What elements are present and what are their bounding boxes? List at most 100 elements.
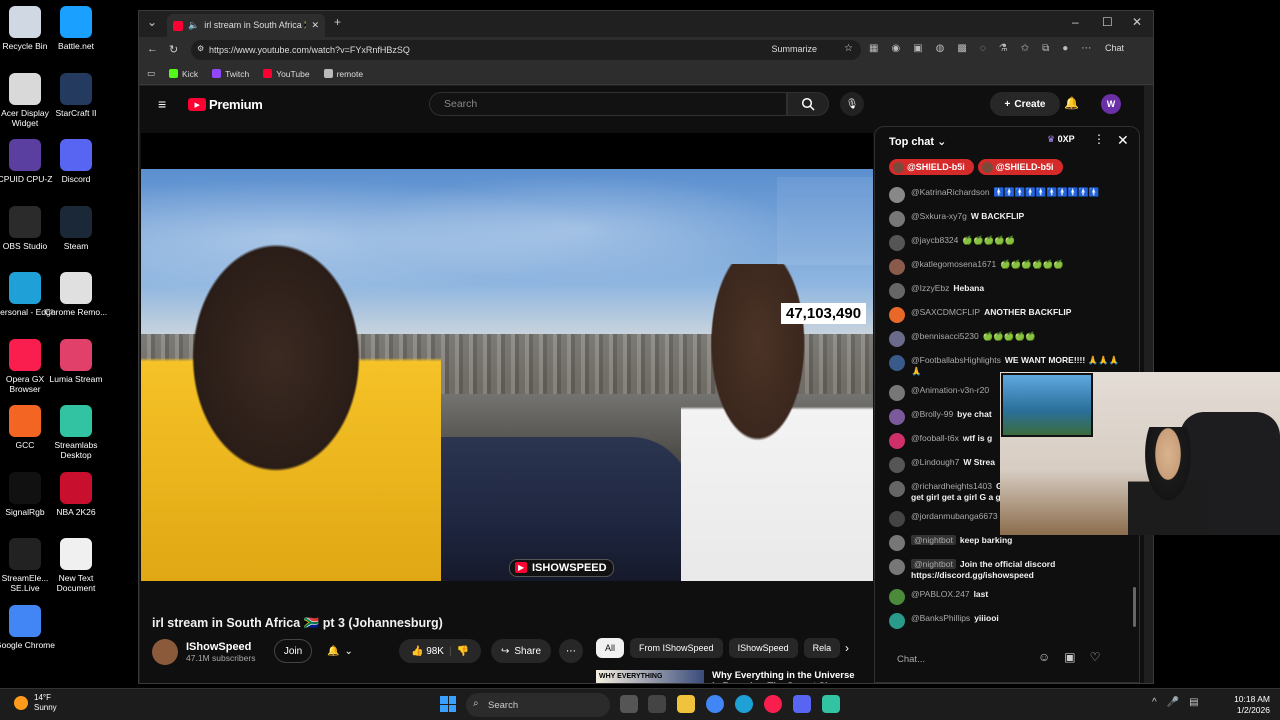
extension-icon[interactable]: ▩: [957, 43, 966, 54]
chat-message[interactable]: @nightbot Join the official discord https…: [889, 559, 1129, 581]
desktop-shortcut[interactable]: Discord: [43, 139, 109, 184]
pinned-supporter[interactable]: @SHIELD-b5i: [977, 159, 1063, 175]
share-button[interactable]: ↪ Share: [491, 639, 551, 663]
video-player[interactable]: 47,103,490 ISHOWSPEED: [141, 133, 873, 581]
channel-name[interactable]: IShowSpeed: [186, 641, 255, 653]
extension-icon[interactable]: ◍: [936, 43, 945, 54]
chat-user-avatar[interactable]: [889, 433, 905, 449]
chat-message[interactable]: @SAXCDMCFLIP ANOTHER BACKFLIP: [889, 307, 1129, 323]
taskbar-search[interactable]: ⌕ Search: [466, 693, 610, 717]
chat-user-avatar[interactable]: [889, 331, 905, 347]
chat-username[interactable]: @BanksPhillips: [911, 613, 970, 623]
refresh-icon[interactable]: ↻: [169, 43, 178, 56]
edge-taskbar-icon[interactable]: [735, 695, 753, 713]
emoji-icon[interactable]: ☺: [1038, 650, 1050, 664]
chat-message[interactable]: @katlegomosena1671 🍏🍏🍏🍏🍏🍏: [889, 259, 1129, 275]
chat-user-avatar[interactable]: [889, 307, 905, 323]
app-icon[interactable]: [648, 695, 666, 713]
discord-taskbar-icon[interactable]: [793, 695, 811, 713]
chat-user-avatar[interactable]: [889, 235, 905, 251]
chat-message[interactable]: @KatrinaRichardson 🚹🚹🚹🚹🚹🚹🚹🚹🚹🚹: [889, 187, 1129, 203]
tab-list-chevron-icon[interactable]: ⌄: [147, 15, 157, 29]
copilot-chat-button[interactable]: Chat: [1105, 43, 1124, 53]
chat-username[interactable]: @Brolly-99: [911, 409, 953, 419]
video-frame[interactable]: 47,103,490 ISHOWSPEED: [141, 169, 873, 581]
bookmark-folder-icon[interactable]: ▭: [147, 68, 155, 79]
chat-user-avatar[interactable]: [889, 259, 905, 275]
desktop-shortcut[interactable]: Chrome Remo...: [43, 272, 109, 317]
chips-next-icon[interactable]: ›: [845, 641, 849, 655]
like-button[interactable]: 👍 98K: [411, 646, 444, 657]
bookmark-item[interactable]: Kick: [169, 69, 198, 79]
collections-icon[interactable]: ⧉: [1042, 43, 1049, 54]
chat-user-avatar[interactable]: [889, 409, 905, 425]
chat-message[interactable]: @PABLOX.247 last: [889, 589, 1129, 605]
chat-message[interactable]: @IzzyEbz Hebana: [889, 283, 1129, 299]
youtube-logo[interactable]: ▶ Premium: [188, 97, 263, 112]
favorites-icon[interactable]: ✩: [1021, 43, 1029, 54]
chat-username[interactable]: @bennisacci5230: [911, 331, 979, 341]
extension-icon[interactable]: ◉: [891, 43, 900, 54]
chat-user-avatar[interactable]: [889, 457, 905, 473]
chat-username[interactable]: @jaycb8324: [911, 235, 958, 245]
notifications-bell-icon[interactable]: 🔔: [1064, 96, 1079, 110]
task-view-icon[interactable]: [620, 695, 638, 713]
chat-user-avatar[interactable]: [889, 283, 905, 299]
extension-icon[interactable]: ◌: [980, 43, 986, 54]
tab-youtube[interactable]: 🔈 irl stream in South Africa 🇿🇦 pt ✕: [167, 14, 325, 37]
desktop-shortcut[interactable]: New Text Document: [43, 538, 109, 593]
desktop-shortcut[interactable]: Battle.net: [43, 6, 109, 51]
profile-icon[interactable]: ●: [1062, 43, 1068, 54]
search-input[interactable]: Search: [429, 92, 787, 116]
chat-username[interactable]: @richardheights1403: [911, 481, 992, 491]
scrollbar-thumb[interactable]: [1133, 587, 1136, 627]
chat-username[interactable]: @PABLOX.247: [911, 589, 970, 599]
channel-info[interactable]: IShowSpeed 47.1M subscribers: [152, 639, 255, 665]
chat-username[interactable]: @Animation-v3n-r20: [911, 385, 989, 395]
extension-icon[interactable]: ⚗: [999, 43, 1008, 54]
chat-message[interactable]: @bennisacci5230 🍏🍏🍏🍏🍏: [889, 331, 1129, 347]
close-tab-icon[interactable]: ✕: [311, 20, 319, 31]
chat-username[interactable]: @katlegomosena1671: [911, 259, 996, 269]
chat-user-avatar[interactable]: [889, 187, 905, 203]
close-window-icon[interactable]: ✕: [1132, 15, 1142, 29]
chat-username[interactable]: @nightbot: [911, 535, 956, 545]
desktop-shortcut[interactable]: Steam: [43, 205, 109, 251]
chat-username[interactable]: @SAXCDMCFLIP: [911, 307, 980, 317]
file-explorer-icon[interactable]: [677, 695, 695, 713]
chat-user-avatar[interactable]: [889, 481, 905, 497]
chat-user-avatar[interactable]: [889, 385, 905, 401]
more-menu-icon[interactable]: ⋯: [1081, 43, 1091, 54]
chip[interactable]: All: [596, 638, 625, 658]
url-field[interactable]: ⚙ https://www.youtube.com/watch?v=FYxRnf…: [191, 40, 861, 60]
chat-username[interactable]: @Lindough7: [911, 457, 959, 467]
maximize-icon[interactable]: ☐: [1102, 15, 1113, 29]
back-icon[interactable]: ←: [147, 43, 158, 55]
chat-user-avatar[interactable]: [889, 211, 905, 227]
account-avatar[interactable]: W: [1101, 94, 1121, 114]
pinned-supporter[interactable]: @SHIELD-b5i: [889, 159, 974, 175]
tray-chevron-icon[interactable]: ^: [1152, 697, 1157, 708]
chat-user-avatar[interactable]: [889, 511, 905, 527]
site-info-icon[interactable]: ⚙: [197, 44, 204, 53]
desktop-shortcut[interactable]: Streamlabs Desktop: [43, 405, 109, 460]
chat-message[interactable]: @nightbot keep barking: [889, 535, 1129, 551]
network-icon[interactable]: ▤: [1189, 697, 1198, 708]
chat-username[interactable]: @jordanmubanga6673: [911, 511, 998, 521]
mic-tray-icon[interactable]: 🎤: [1167, 697, 1179, 708]
chip[interactable]: Rela: [803, 638, 841, 658]
speaker-icon[interactable]: 🔈: [188, 20, 199, 31]
channel-avatar[interactable]: [152, 639, 178, 665]
chat-user-avatar[interactable]: [889, 613, 905, 629]
chat-user-avatar[interactable]: [889, 535, 905, 551]
clock[interactable]: 10:18 AM 1/2/2026: [1200, 694, 1270, 716]
desktop-shortcut[interactable]: Lumia Stream: [43, 338, 109, 384]
bookmark-item[interactable]: Twitch: [212, 69, 249, 79]
bookmark-star-icon[interactable]: ☆: [844, 43, 853, 54]
chat-username[interactable]: @Sxkura-xy7g: [911, 211, 967, 221]
extension-icon[interactable]: ▦: [869, 43, 878, 54]
subscription-bell-button[interactable]: 🔔 ⌄: [318, 639, 362, 663]
super-chat-icon[interactable]: ▣: [1064, 650, 1075, 664]
chat-user-avatar[interactable]: [889, 589, 905, 605]
create-button[interactable]: + Create: [990, 92, 1060, 116]
